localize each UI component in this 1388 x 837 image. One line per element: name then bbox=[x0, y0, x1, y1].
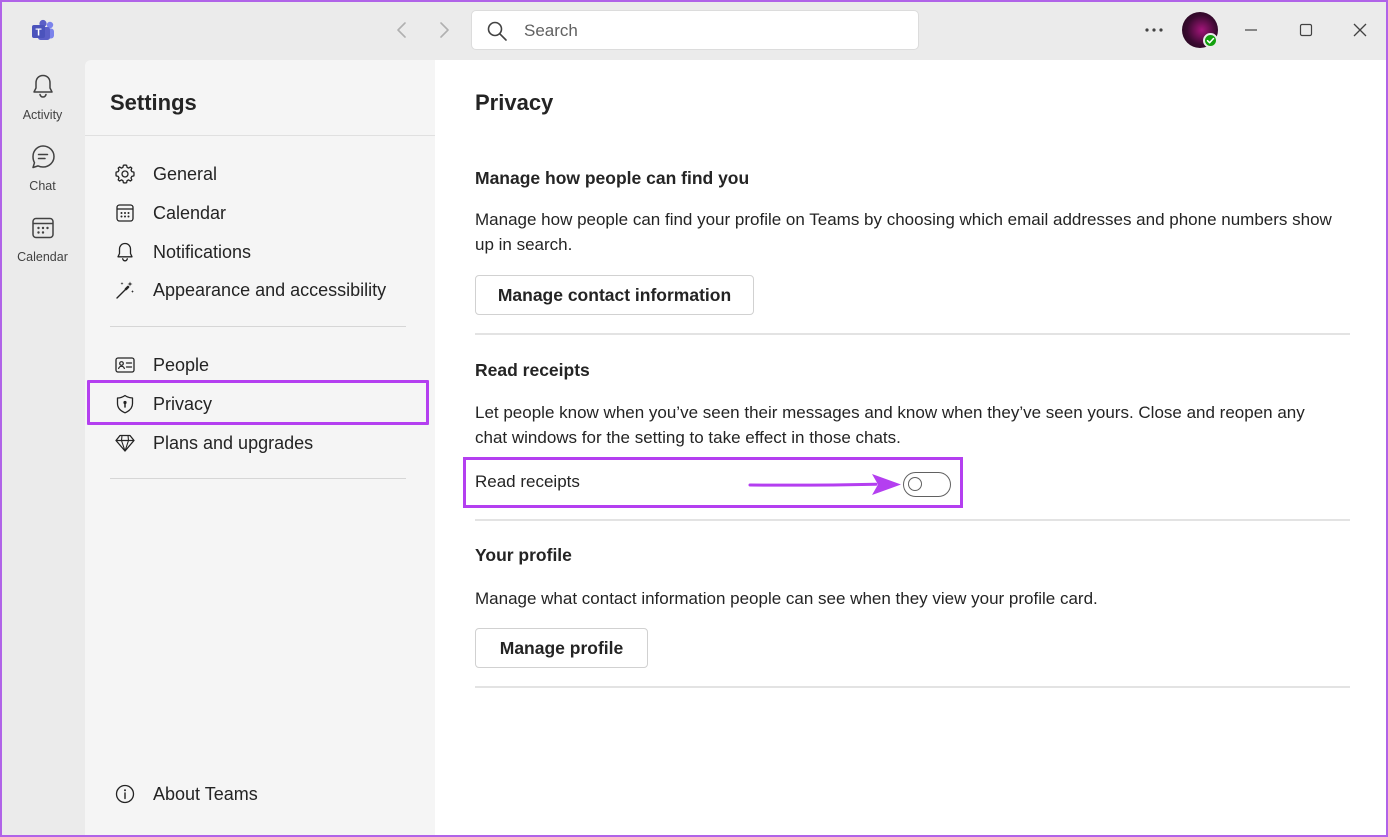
toggle-knob bbox=[908, 477, 922, 491]
bell-icon bbox=[117, 242, 133, 262]
section-description: Manage how people can find your profile … bbox=[475, 210, 1332, 254]
close-button[interactable] bbox=[1344, 14, 1376, 46]
rail-item-chat[interactable]: Chat bbox=[0, 135, 85, 199]
arrow-annotation-icon bbox=[748, 474, 901, 495]
divider bbox=[475, 686, 1350, 688]
gear-icon bbox=[115, 164, 135, 184]
chevron-left-icon bbox=[397, 22, 406, 38]
more-options-button[interactable] bbox=[1140, 18, 1168, 42]
settings-item-plans[interactable]: Plans and upgrades bbox=[110, 425, 428, 461]
search-icon bbox=[487, 21, 507, 41]
settings-item-people[interactable]: People bbox=[110, 347, 428, 383]
bell-icon bbox=[33, 74, 53, 98]
settings-item-label: About Teams bbox=[153, 784, 258, 804]
settings-item-general[interactable]: General bbox=[110, 156, 428, 192]
teams-logo-icon[interactable]: T bbox=[30, 18, 56, 44]
settings-item-label: Plans and upgrades bbox=[153, 433, 314, 453]
maximize-button[interactable] bbox=[1290, 14, 1322, 46]
rail-item-calendar[interactable]: Calendar bbox=[0, 206, 85, 270]
info-icon bbox=[115, 784, 135, 804]
chat-icon bbox=[32, 145, 55, 169]
minimize-button[interactable] bbox=[1235, 14, 1267, 46]
title-bar: T bbox=[0, 0, 1388, 60]
read-receipts-toggle-label: Read receipts bbox=[475, 472, 580, 491]
rail-item-label: Chat bbox=[29, 179, 56, 193]
close-icon bbox=[1353, 23, 1367, 37]
settings-item-appearance[interactable]: Appearance and accessibility bbox=[110, 272, 428, 308]
forward-button[interactable] bbox=[432, 18, 456, 42]
page-title: Privacy bbox=[475, 90, 554, 115]
app-rail: Activity Chat Calendar bbox=[0, 60, 85, 837]
minimize-icon bbox=[1245, 29, 1257, 31]
back-button[interactable] bbox=[390, 18, 414, 42]
divider bbox=[475, 333, 1350, 335]
section-heading-find-you: Manage how people can find you bbox=[475, 168, 750, 188]
settings-title: Settings bbox=[110, 90, 197, 115]
divider bbox=[110, 478, 406, 479]
settings-item-notifications[interactable]: Notifications bbox=[110, 234, 428, 270]
ellipsis-icon bbox=[1145, 28, 1163, 32]
settings-item-label: Notifications bbox=[153, 242, 252, 262]
settings-item-label: Appearance and accessibility bbox=[153, 280, 387, 300]
rail-item-activity[interactable]: Activity bbox=[0, 64, 85, 128]
manage-contact-information-button[interactable]: Manage contact information bbox=[475, 275, 754, 315]
settings-item-label: General bbox=[153, 164, 218, 184]
settings-item-calendar[interactable]: Calendar bbox=[110, 195, 428, 231]
calendar-icon bbox=[116, 204, 134, 222]
search-box[interactable] bbox=[471, 10, 919, 50]
settings-item-label: Calendar bbox=[153, 203, 227, 223]
diamond-icon bbox=[115, 434, 135, 452]
magic-wand-icon bbox=[116, 281, 134, 299]
chevron-right-icon bbox=[440, 22, 449, 38]
divider bbox=[475, 519, 1350, 521]
settings-item-about[interactable]: About Teams bbox=[110, 776, 428, 812]
contact-card-icon bbox=[115, 357, 135, 373]
svg-text:T: T bbox=[35, 28, 41, 39]
read-receipts-toggle[interactable] bbox=[903, 472, 951, 497]
calendar-icon bbox=[32, 217, 54, 239]
section-description: Manage what contact information people c… bbox=[475, 589, 1098, 608]
settings-item-label: People bbox=[153, 355, 210, 375]
divider bbox=[85, 135, 435, 136]
section-heading-read-receipts: Read receipts bbox=[475, 360, 590, 380]
selected-item-highlight bbox=[87, 380, 429, 425]
privacy-content: Privacy Manage how people can find you M… bbox=[435, 60, 1386, 835]
divider bbox=[110, 326, 406, 327]
settings-pane: Settings General Calendar Notifications bbox=[85, 60, 435, 835]
rail-item-label: Activity bbox=[22, 108, 63, 122]
rail-item-label: Calendar bbox=[17, 250, 68, 264]
maximize-icon bbox=[1299, 23, 1313, 37]
manage-profile-button[interactable]: Manage profile bbox=[475, 628, 648, 668]
presence-available-icon bbox=[1203, 33, 1218, 48]
section-description: Let people know when you’ve seen their m… bbox=[475, 403, 1305, 447]
section-heading-your-profile: Your profile bbox=[475, 545, 572, 565]
search-input[interactable] bbox=[524, 19, 904, 43]
